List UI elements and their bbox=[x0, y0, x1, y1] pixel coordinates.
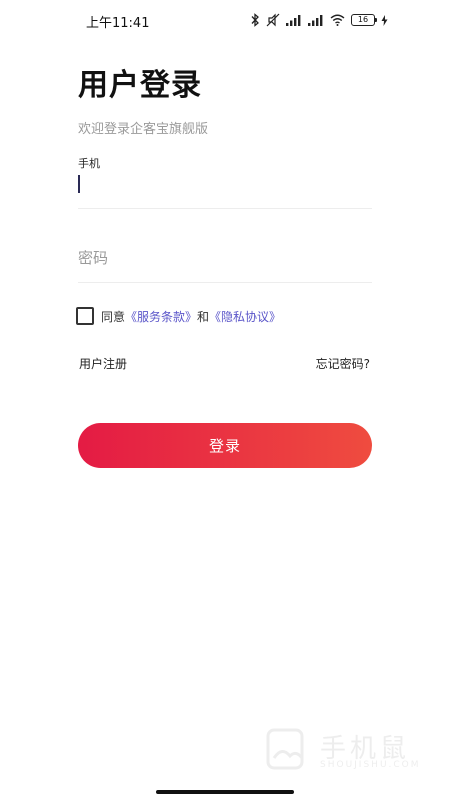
password-input[interactable] bbox=[78, 245, 372, 271]
login-button[interactable]: 登录 bbox=[78, 423, 372, 468]
charging-icon bbox=[381, 14, 388, 26]
page-title: 用户登录 bbox=[78, 68, 202, 103]
wifi-icon bbox=[330, 14, 345, 26]
agree-prefix-text: 同意 bbox=[101, 309, 126, 324]
terms-link[interactable]: 《服务条款》 bbox=[125, 308, 197, 325]
watermark-subtext: SHOUJISHU.COM bbox=[320, 760, 421, 770]
phone-input[interactable] bbox=[78, 172, 372, 198]
page-subtitle: 欢迎登录企客宝旗舰版 bbox=[78, 122, 209, 137]
privacy-link[interactable]: 《隐私协议》 bbox=[209, 308, 281, 325]
mute-icon bbox=[266, 13, 280, 27]
signal-icon-2 bbox=[308, 14, 324, 26]
agree-and-text: 和 bbox=[197, 309, 210, 324]
bluetooth-icon bbox=[250, 13, 260, 27]
watermark: 手机鼠 SHOUJISHU.COM bbox=[262, 728, 432, 772]
status-icons: 16 bbox=[250, 12, 388, 28]
agreement-row: 同意 《服务条款》 和 《隐私协议》 bbox=[76, 306, 281, 326]
phone-label: 手机 bbox=[78, 157, 100, 170]
battery-icon: 16 bbox=[351, 14, 377, 26]
agree-checkbox[interactable] bbox=[76, 307, 94, 325]
home-indicator[interactable] bbox=[156, 790, 294, 794]
phone-divider bbox=[78, 208, 372, 209]
status-time: 上午11:41 bbox=[86, 16, 150, 31]
signal-icon-1 bbox=[286, 14, 302, 26]
status-bar: 上午11:41 16 bbox=[0, 0, 450, 40]
register-link[interactable]: 用户注册 bbox=[79, 355, 127, 372]
watermark-logo-icon bbox=[266, 728, 304, 770]
password-divider bbox=[78, 282, 372, 283]
forgot-password-link[interactable]: 忘记密码? bbox=[316, 355, 370, 372]
text-cursor bbox=[78, 175, 80, 193]
